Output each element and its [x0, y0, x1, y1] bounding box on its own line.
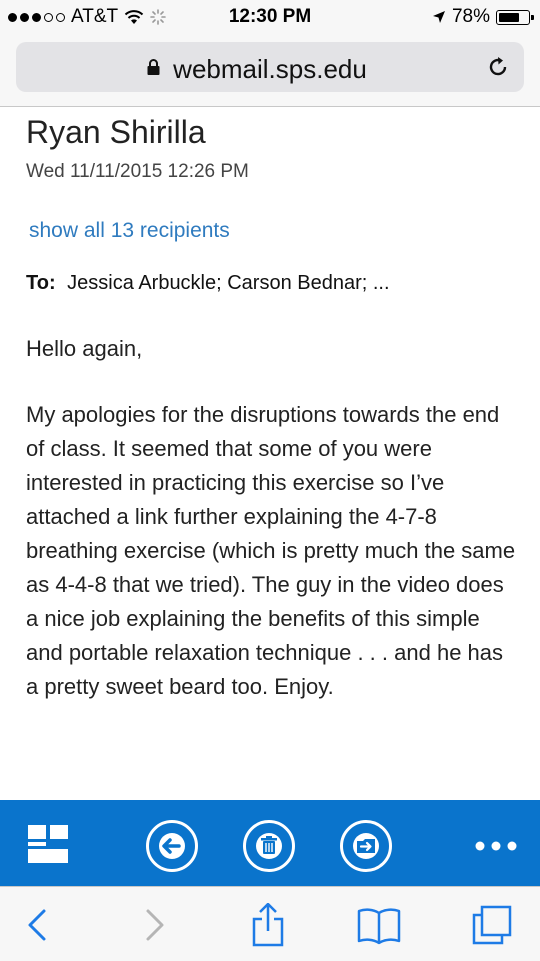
address-bar[interactable]: webmail.sps.edu [16, 42, 524, 92]
bookmarks-icon[interactable] [357, 903, 401, 947]
url-text: webmail.sps.edu [173, 54, 367, 84]
browser-toolbar [0, 886, 540, 961]
chevron-left-icon[interactable] [16, 903, 60, 947]
chevron-right-icon[interactable] [132, 903, 176, 947]
move-button[interactable] [340, 820, 392, 872]
back-button[interactable] [146, 820, 198, 872]
show-all-recipients-link[interactable]: show all 13 recipients [29, 219, 230, 243]
email-greeting: Hello again, [26, 336, 143, 361]
apps-grid-icon[interactable] [24, 820, 76, 872]
battery-fill [499, 12, 519, 22]
share-icon[interactable] [246, 903, 290, 947]
to-line: To: Jessica Arbuckle; Carson Bednar; ... [26, 272, 390, 295]
sender-name: Ryan Shirilla [26, 114, 206, 150]
more-icon[interactable] [470, 820, 522, 872]
trash-icon [256, 833, 282, 859]
location-arrow-icon [432, 11, 445, 23]
battery-percent: 78% [451, 6, 490, 27]
delete-button[interactable] [243, 820, 295, 872]
email-body: My apologies for the disruptions towards… [26, 402, 516, 699]
to-label: To: [26, 272, 56, 294]
status-right: 78% [432, 6, 534, 28]
mail-action-bar [0, 800, 540, 886]
back-arrow-icon [159, 833, 185, 859]
browser-address-area: webmail.sps.edu [0, 36, 540, 107]
tabs-icon[interactable] [470, 903, 514, 947]
move-folder-icon [353, 833, 379, 859]
status-bar: AT&T 12:30 PM 78% [0, 0, 540, 36]
email-date: Wed 11/11/2015 12:26 PM [26, 161, 249, 182]
battery-icon [496, 9, 534, 25]
reload-icon[interactable] [486, 55, 510, 79]
to-recipients[interactable]: Jessica Arbuckle; Carson Bednar; ... [67, 272, 389, 294]
